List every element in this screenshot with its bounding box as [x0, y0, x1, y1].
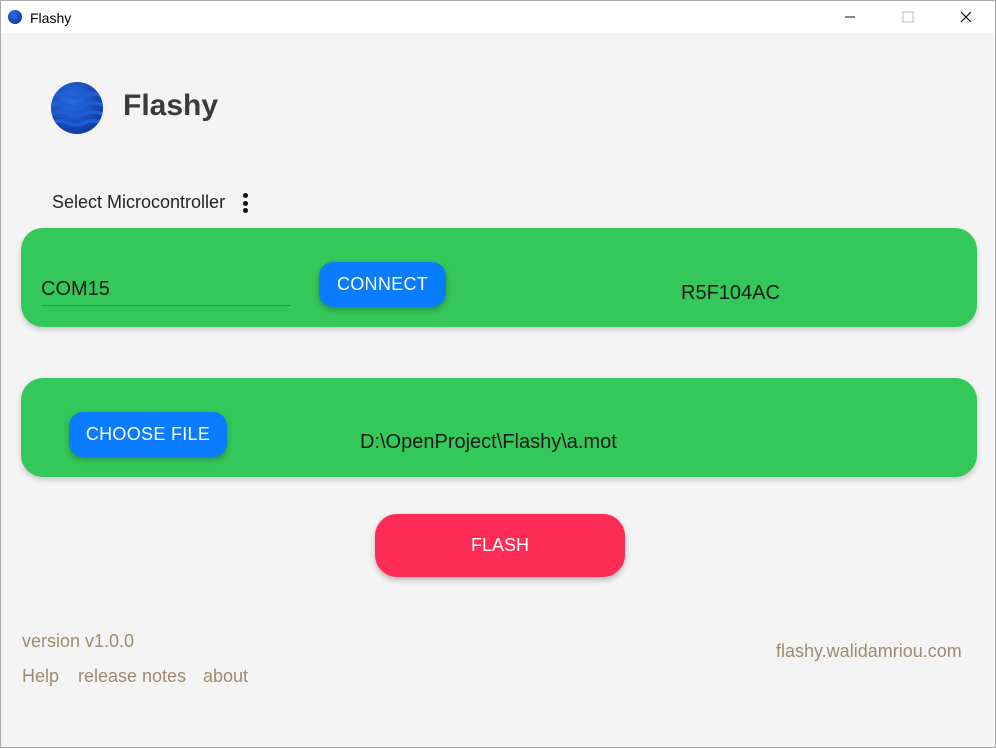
- maximize-icon: [902, 11, 914, 23]
- minimize-button[interactable]: [821, 1, 879, 33]
- website-link[interactable]: flashy.walidamriou.com: [776, 641, 962, 662]
- window-title: Flashy: [30, 10, 72, 26]
- select-microcontroller-label: Select Microcontroller: [52, 192, 226, 212]
- connection-card: CONNECT R5F104AC: [21, 228, 977, 327]
- kebab-dot: [242, 200, 248, 206]
- kebab-dot: [242, 208, 248, 213]
- maximize-button[interactable]: [879, 1, 937, 33]
- choose-file-button[interactable]: CHOOSE FILE: [69, 412, 227, 457]
- help-link[interactable]: Help: [22, 666, 59, 687]
- microcontroller-menu-button[interactable]: [237, 191, 253, 215]
- port-input[interactable]: [41, 274, 291, 306]
- release-notes-link[interactable]: release notes: [78, 666, 186, 687]
- app-name: Flashy: [123, 89, 219, 122]
- connect-button[interactable]: CONNECT: [319, 262, 446, 307]
- file-path-label: D:\OpenProject\Flashy\a.mot: [360, 431, 617, 453]
- version-label: version v1.0.0: [22, 631, 135, 651]
- close-button[interactable]: [937, 1, 995, 33]
- app-window: Flashy Flashy Select Microcontroller COM…: [0, 0, 996, 748]
- minimize-icon: [845, 16, 855, 18]
- flash-button[interactable]: FLASH: [375, 514, 625, 577]
- app-icon: [8, 10, 22, 24]
- planet-icon: [51, 82, 103, 134]
- about-link[interactable]: about: [203, 666, 248, 687]
- detected-mcu-label: R5F104AC: [681, 282, 780, 304]
- close-icon: [960, 11, 972, 23]
- title-bar[interactable]: Flashy: [1, 1, 995, 33]
- kebab-dot: [242, 193, 248, 198]
- file-card: CHOOSE FILE D:\OpenProject\Flashy\a.mot: [21, 378, 977, 477]
